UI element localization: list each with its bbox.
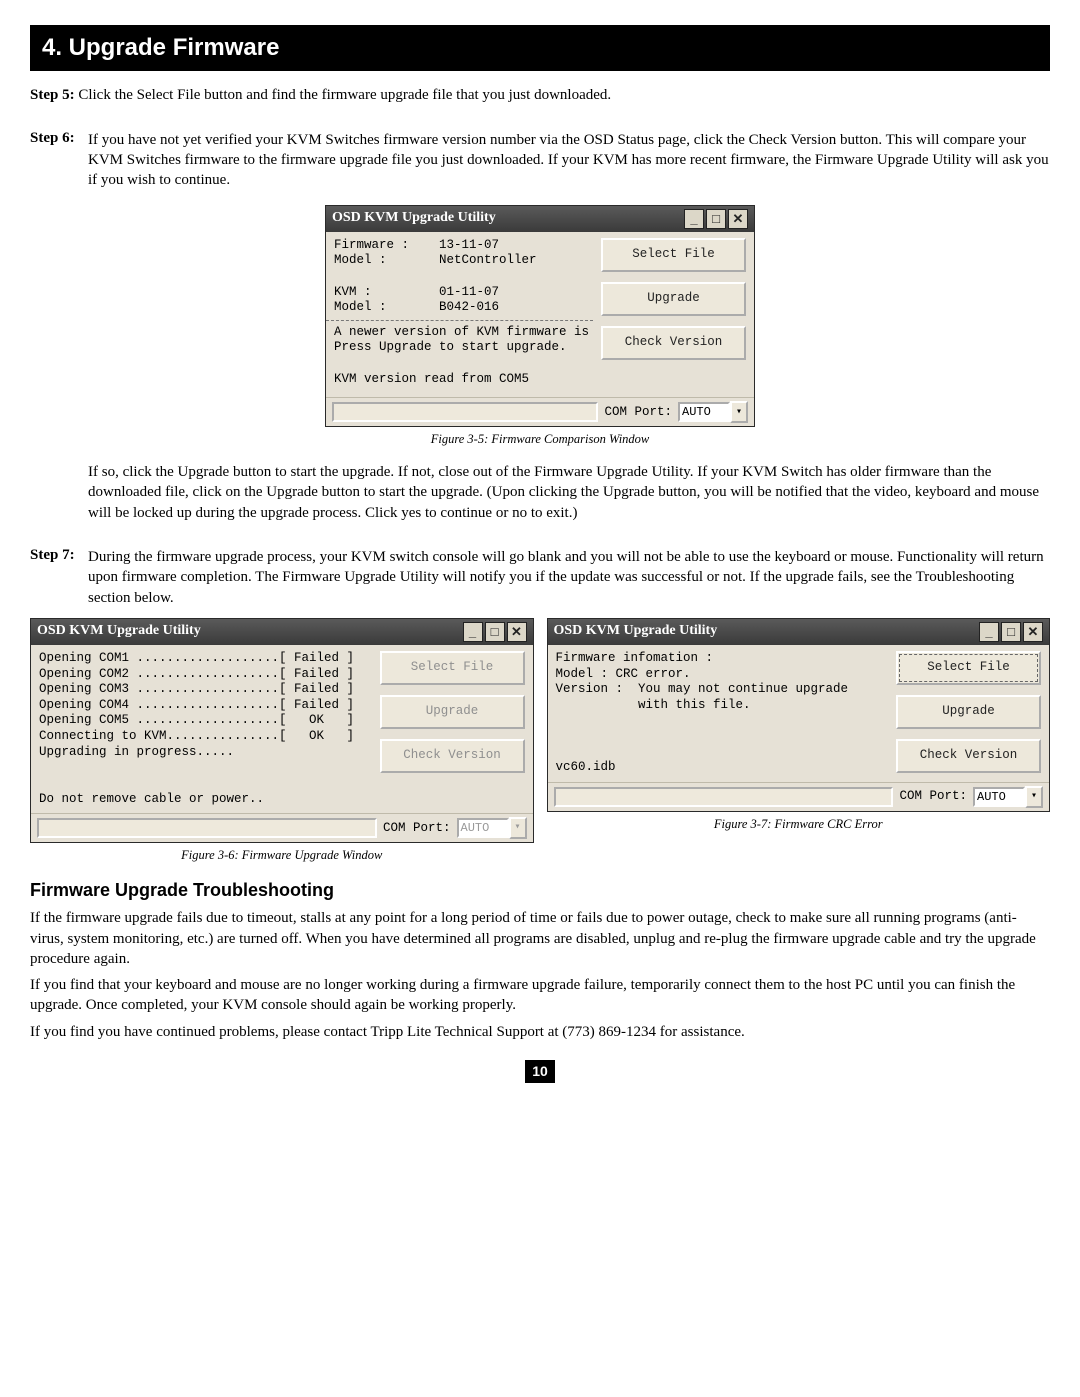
troubleshoot-p1: If the firmware upgrade fails due to tim… (30, 908, 1050, 969)
comport-value: AUTO (678, 402, 730, 422)
status-sunken (37, 818, 377, 838)
window-title: OSD KVM Upgrade Utility (332, 209, 496, 228)
check-version-button[interactable]: Check Version (601, 326, 746, 360)
titlebar: OSD KVM Upgrade Utility _ □ ✕ (31, 619, 533, 645)
check-version-button[interactable]: Check Version (380, 739, 525, 773)
figure-3-5: OSD KVM Upgrade Utility _ □ ✕ Firmware :… (325, 205, 755, 449)
minimize-icon[interactable]: _ (463, 622, 483, 642)
troubleshoot-heading: Firmware Upgrade Troubleshooting (30, 878, 1050, 902)
status-sunken (554, 787, 894, 807)
window-title: OSD KVM Upgrade Utility (554, 622, 718, 641)
check-version-button[interactable]: Check Version (896, 739, 1041, 773)
comport-combo[interactable]: AUTO ▾ (973, 786, 1043, 808)
status-sunken (332, 402, 598, 422)
log-text-mid: A newer version of KVM firmware is avail… (326, 320, 593, 388)
step-text: Click the Select File button and find th… (78, 87, 611, 103)
window-title: OSD KVM Upgrade Utility (37, 622, 201, 641)
figures-row: OSD KVM Upgrade Utility _ □ ✕ Opening CO… (30, 618, 1050, 864)
step-6: Step 6: If you have not yet verified you… (30, 128, 1050, 191)
titlebar: OSD KVM Upgrade Utility _ □ ✕ (326, 206, 754, 232)
figure-caption: Figure 3-5: Firmware Comparison Window (325, 431, 755, 448)
comport-combo[interactable]: AUTO ▾ (678, 401, 748, 423)
maximize-icon[interactable]: □ (706, 209, 726, 229)
window-firmware-crc-error: OSD KVM Upgrade Utility _ □ ✕ Firmware i… (547, 618, 1051, 812)
comport-value: AUTO (457, 818, 509, 838)
step-7: Step 7: During the firmware upgrade proc… (30, 545, 1050, 608)
upgrade-button[interactable]: Upgrade (896, 695, 1041, 729)
comport-combo[interactable]: AUTO ▾ (457, 817, 527, 839)
upgrade-button[interactable]: Upgrade (601, 282, 746, 316)
step6-after: If so, click the Upgrade button to start… (88, 462, 1050, 523)
select-file-button[interactable]: Select File (896, 651, 1041, 685)
titlebar: OSD KVM Upgrade Utility _ □ ✕ (548, 619, 1050, 645)
upgrade-button[interactable]: Upgrade (380, 695, 525, 729)
troubleshoot-p3: If you find you have continued problems,… (30, 1022, 1050, 1042)
log-pane: Firmware : 13-11-07 Model : NetControlle… (326, 232, 593, 398)
figure-caption: Figure 3-7: Firmware CRC Error (547, 816, 1051, 833)
step-text: During the firmware upgrade process, you… (88, 547, 1050, 608)
troubleshoot-p2: If you find that your keyboard and mouse… (30, 975, 1050, 1016)
chevron-down-icon[interactable]: ▾ (1025, 786, 1043, 808)
log-pane: Firmware infomation : Model : CRC error.… (548, 645, 889, 782)
close-icon[interactable]: ✕ (728, 209, 748, 229)
troubleshooting-section: Firmware Upgrade Troubleshooting If the … (30, 878, 1050, 1042)
log-pane: Opening COM1 ...................[ Failed… (31, 645, 372, 813)
page-number: 10 (525, 1060, 555, 1083)
minimize-icon[interactable]: _ (979, 622, 999, 642)
step-text: If you have not yet verified your KVM Sw… (88, 130, 1050, 191)
maximize-icon[interactable]: □ (485, 622, 505, 642)
chevron-down-icon[interactable]: ▾ (509, 817, 527, 839)
figure-caption: Figure 3-6: Firmware Upgrade Window (30, 847, 534, 864)
section-header: 4. Upgrade Firmware (30, 25, 1050, 71)
select-file-button[interactable]: Select File (601, 238, 746, 272)
step-label: Step 7: (30, 547, 75, 563)
step-label: Step 6: (30, 130, 75, 146)
minimize-icon[interactable]: _ (684, 209, 704, 229)
close-icon[interactable]: ✕ (507, 622, 527, 642)
select-file-button[interactable]: Select File (380, 651, 525, 685)
comport-label: COM Port: (604, 404, 672, 421)
maximize-icon[interactable]: □ (1001, 622, 1021, 642)
close-icon[interactable]: ✕ (1023, 622, 1043, 642)
comport-value: AUTO (973, 787, 1025, 807)
comport-label: COM Port: (383, 820, 451, 837)
window-firmware-upgrade: OSD KVM Upgrade Utility _ □ ✕ Opening CO… (30, 618, 534, 843)
step-label: Step 5: (30, 87, 75, 103)
log-text-top: Firmware : 13-11-07 Model : NetControlle… (334, 238, 537, 315)
comport-label: COM Port: (899, 788, 967, 805)
step-5: Step 5: Click the Select File button and… (30, 85, 1050, 105)
chevron-down-icon[interactable]: ▾ (730, 401, 748, 423)
window-firmware-compare: OSD KVM Upgrade Utility _ □ ✕ Firmware :… (325, 205, 755, 428)
